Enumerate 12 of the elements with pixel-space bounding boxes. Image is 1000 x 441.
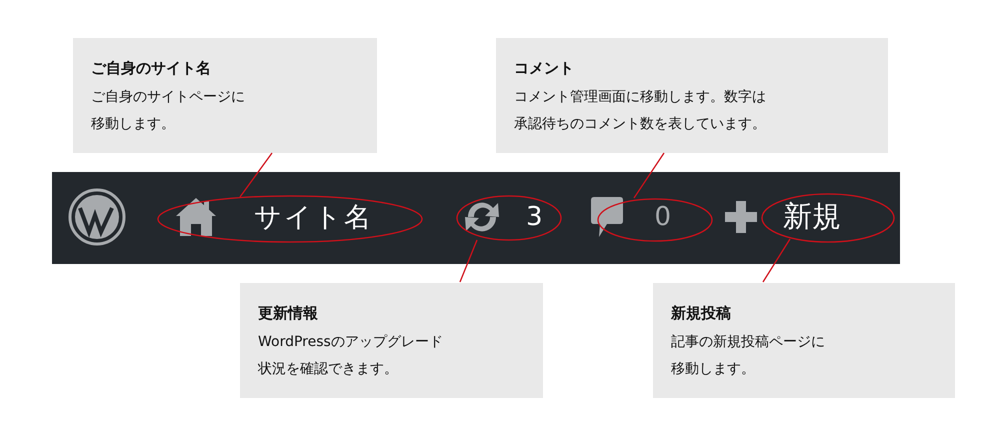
update-count[interactable]: 3 [526, 202, 543, 232]
callout-title: コメント [514, 59, 574, 78]
comment-count[interactable]: 0 [654, 202, 672, 232]
new-post-link[interactable]: 新規 [783, 197, 842, 237]
callout-title: ご自身のサイト名 [91, 59, 211, 78]
callout-title: 新規投稿 [671, 304, 731, 323]
callout-text: コメント管理画面に移動します。数字は 承認待ちのコメント数を表しています。 [514, 88, 767, 134]
site-name-link[interactable]: サイト名 [254, 199, 373, 235]
callout-text: WordPressのアップグレード 状況を確認できます。 [258, 333, 444, 379]
callout-text: ご自身のサイトページに 移動します。 [91, 88, 246, 134]
callout-text: 記事の新規投稿ページに 移動します。 [671, 333, 826, 379]
callout-title: 更新情報 [258, 304, 318, 323]
